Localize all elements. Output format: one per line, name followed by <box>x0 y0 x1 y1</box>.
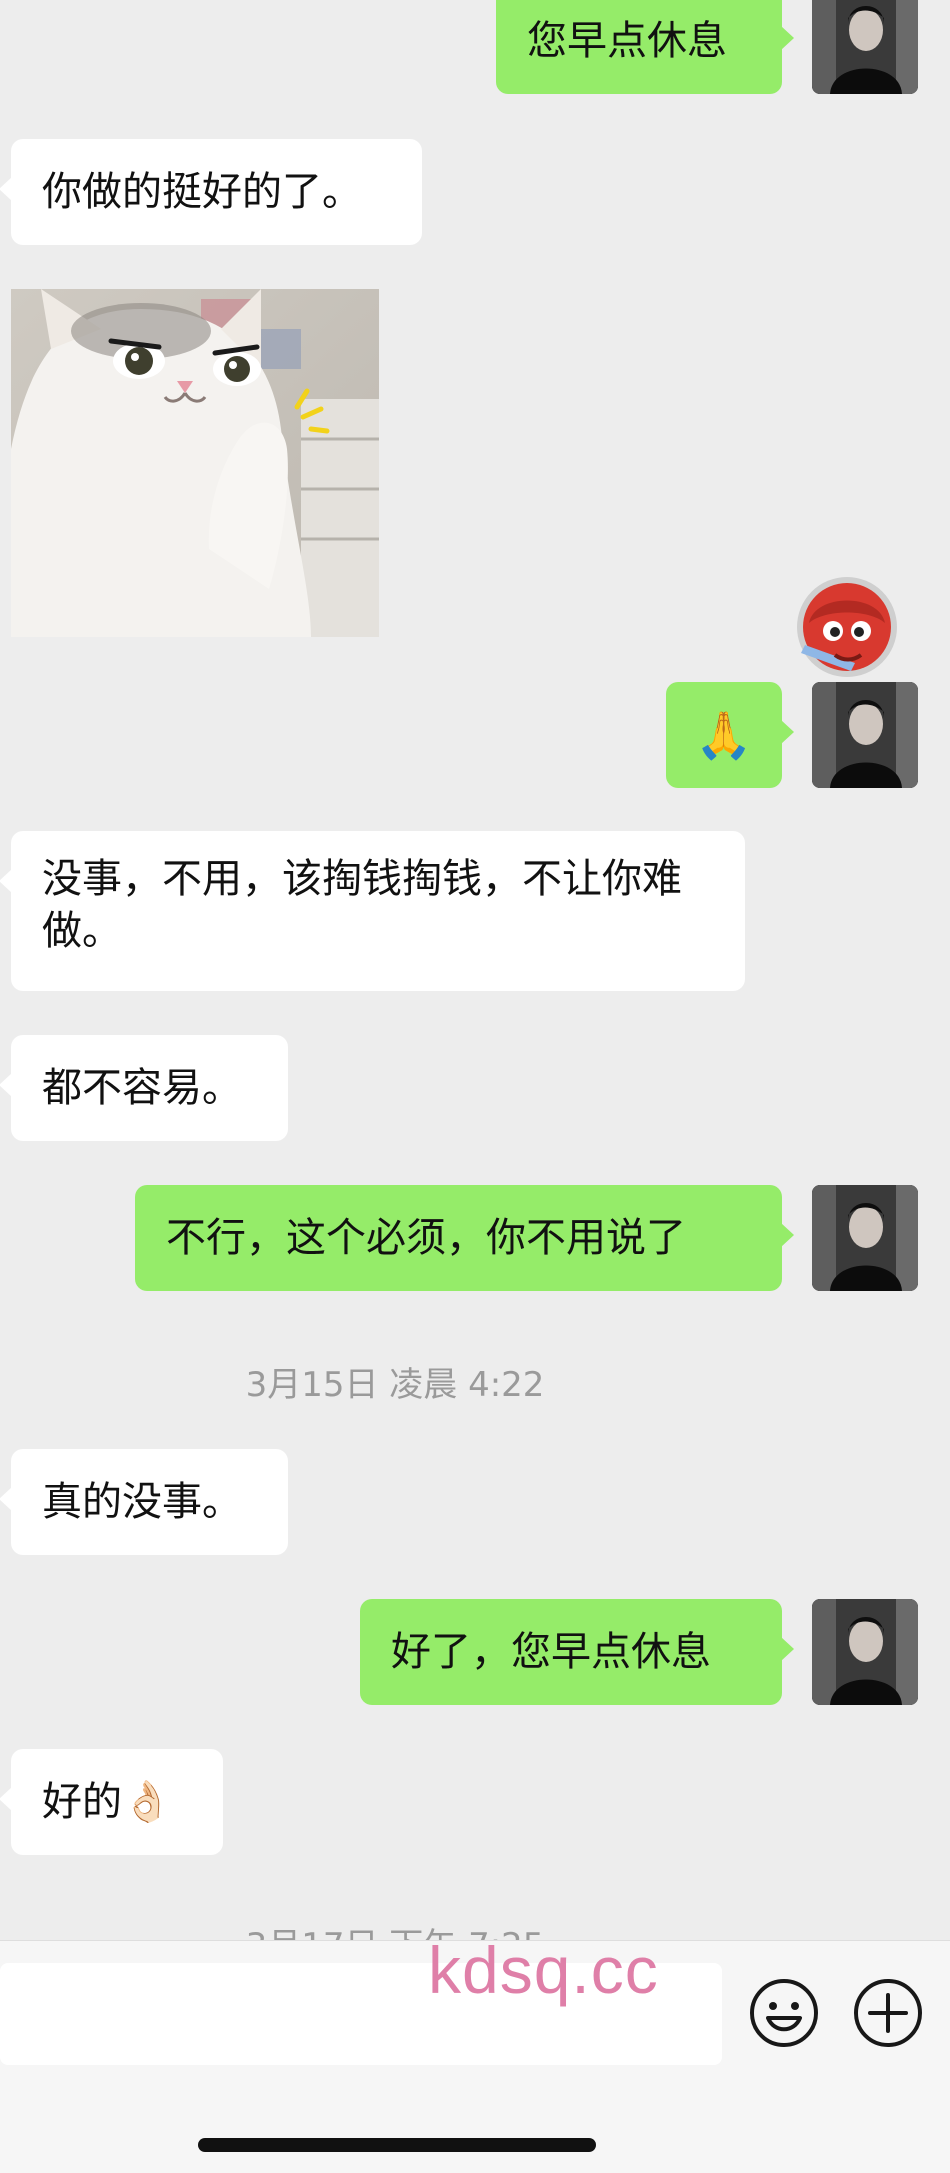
message-bubble-outgoing[interactable]: 好了，您早点休息 <box>360 1599 794 1705</box>
message-text: 真的没事。 <box>42 1479 242 1525</box>
message-text: 不行，这个必须，你不用说了 <box>166 1215 686 1261</box>
message-text: 您早点休息 <box>527 18 727 64</box>
message-text: 🙏 <box>695 708 753 762</box>
message-timestamp: 3月15日 凌晨 4:22 <box>245 1365 545 1405</box>
message-bubble-outgoing[interactable]: 🙏 <box>666 682 794 788</box>
avatar[interactable] <box>812 682 918 788</box>
avatar[interactable] <box>812 1185 918 1291</box>
emoji-icon <box>750 1979 818 2047</box>
message-bubble-incoming[interactable]: 你做的挺好的了。 <box>0 139 422 245</box>
plus-icon <box>854 1979 922 2047</box>
message-bubble-incoming[interactable]: 真的没事。 <box>0 1449 288 1555</box>
red-character-sticker[interactable] <box>795 575 899 679</box>
message-bubble-outgoing[interactable]: 不行，这个必须，你不用说了 <box>135 1185 794 1291</box>
avatar[interactable] <box>812 0 918 94</box>
message-bubble-incoming[interactable]: 没事，不用，该掏钱掏钱，不让你难做。 <box>0 831 745 991</box>
message-text: 没事，不用，该掏钱掏钱，不让你难做。 <box>42 856 682 954</box>
chat-message-list[interactable]: 您早点休息 你做的挺好的了。 🙏 没事，不用，该掏钱掏钱，不让你难做。 都不容易… <box>0 0 950 1940</box>
message-text: 你做的挺好的了。 <box>42 169 362 215</box>
avatar[interactable] <box>812 1599 918 1705</box>
home-indicator[interactable] <box>198 2138 596 2152</box>
add-button[interactable] <box>852 1977 924 2049</box>
message-text: 都不容易。 <box>42 1065 242 1111</box>
cat-sticker-image[interactable] <box>11 289 379 637</box>
message-bubble-incoming[interactable]: 好的👌🏻 <box>0 1749 223 1855</box>
message-text: 好了，您早点休息 <box>391 1629 711 1675</box>
message-bubble-outgoing[interactable]: 您早点休息 <box>496 0 794 94</box>
emoji-button[interactable] <box>748 1977 820 2049</box>
message-bubble-incoming[interactable]: 都不容易。 <box>0 1035 288 1141</box>
watermark: kdsq.cc <box>428 1933 659 2007</box>
message-text: 好的👌🏻 <box>42 1779 172 1825</box>
message-timestamp: 3月17日 下午 7:25 <box>0 1918 790 1940</box>
